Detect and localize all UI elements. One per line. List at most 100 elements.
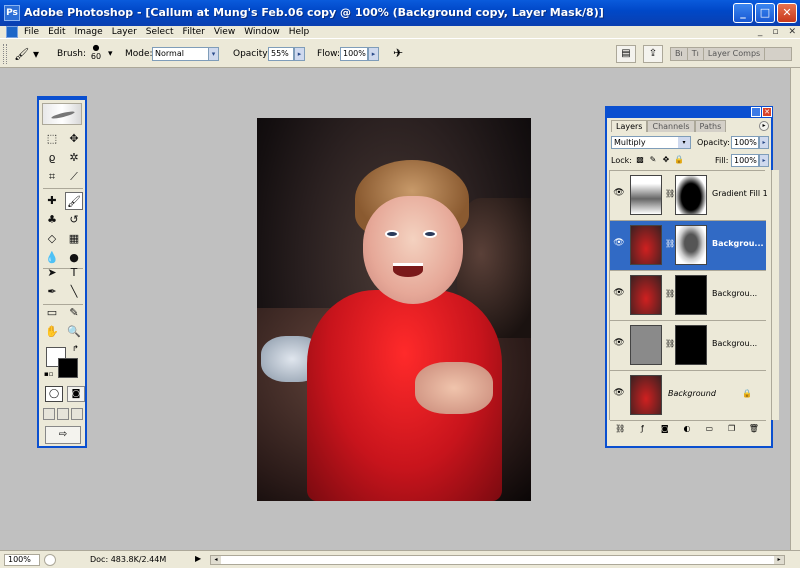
scroll-right-icon[interactable]: ▸ bbox=[774, 556, 784, 564]
palette-menu-icon[interactable]: ▸ bbox=[759, 121, 769, 131]
palette-minimize-button[interactable] bbox=[751, 107, 761, 117]
adjustment-layer-icon[interactable]: ◐ bbox=[681, 423, 693, 435]
clone-stamp-tool-icon[interactable]: ♣ bbox=[43, 211, 61, 229]
mask-link-icon[interactable]: ⛓ bbox=[665, 339, 675, 348]
doc-restore-button[interactable]: ▫ bbox=[772, 26, 778, 38]
standard-mode-button[interactable]: ◯ bbox=[45, 386, 63, 402]
minimize-button[interactable]: _ bbox=[733, 3, 753, 23]
pen-tool-icon[interactable]: ✒ bbox=[43, 283, 61, 301]
opacity-input[interactable]: 55% bbox=[268, 47, 294, 61]
palette-well-tab-brushes[interactable]: Bı bbox=[671, 48, 688, 60]
fill-input[interactable]: 100% bbox=[731, 154, 759, 167]
visibility-eye-icon[interactable]: 👁 bbox=[612, 336, 626, 350]
go-to-bridge-icon[interactable]: ⇪ bbox=[643, 45, 663, 63]
visibility-eye-icon[interactable]: 👁 bbox=[612, 286, 626, 300]
document-icon[interactable] bbox=[6, 26, 18, 38]
options-grip[interactable] bbox=[3, 44, 7, 64]
move-tool-icon[interactable]: ✥ bbox=[65, 130, 83, 148]
layer-mask-thumbnail[interactable] bbox=[675, 275, 707, 315]
layer-mask-thumbnail[interactable] bbox=[675, 225, 707, 265]
standard-screen-mode-button[interactable] bbox=[43, 408, 55, 420]
layer-style-icon[interactable]: ƒ bbox=[636, 423, 648, 435]
brush-picker[interactable]: ● 60 bbox=[86, 43, 106, 65]
gradient-tool-icon[interactable]: ▦ bbox=[65, 230, 83, 248]
marquee-tool-icon[interactable]: ⬚ bbox=[43, 130, 61, 148]
opacity-slider-icon[interactable]: ▸ bbox=[294, 47, 305, 61]
document-canvas[interactable] bbox=[257, 118, 531, 501]
delete-layer-icon[interactable]: 🗑 bbox=[748, 423, 760, 435]
menu-help[interactable]: Help bbox=[289, 26, 310, 38]
magic-wand-tool-icon[interactable]: ✲ bbox=[65, 149, 83, 167]
tool-preset-picker[interactable]: 🖌 ▾ bbox=[14, 45, 44, 63]
lock-image-icon[interactable]: ✎ bbox=[648, 155, 658, 165]
status-menu-arrow-icon[interactable]: ▶ bbox=[195, 554, 205, 566]
workspace-vertical-scrollbar[interactable] bbox=[790, 68, 800, 550]
palette-close-button[interactable]: ✕ bbox=[762, 107, 772, 117]
mask-link-icon[interactable]: ⛓ bbox=[665, 289, 675, 298]
menu-select[interactable]: Select bbox=[146, 26, 174, 38]
default-colors-icon[interactable]: ▪▫ bbox=[44, 370, 54, 378]
link-layers-icon[interactable]: ⛓ bbox=[614, 423, 626, 435]
visibility-eye-icon[interactable]: 👁 bbox=[612, 186, 626, 200]
palette-well-tab-tool-presets[interactable]: Tı bbox=[688, 48, 704, 60]
new-group-icon[interactable]: ▭ bbox=[703, 423, 715, 435]
hand-tool-icon[interactable]: ✋ bbox=[43, 323, 61, 341]
flow-slider-icon[interactable]: ▸ bbox=[368, 47, 379, 61]
zoom-level-field[interactable]: 100% bbox=[4, 554, 40, 566]
path-selection-tool-icon[interactable]: ➤ bbox=[43, 264, 61, 282]
menu-edit[interactable]: Edit bbox=[48, 26, 65, 38]
tab-channels[interactable]: Channels bbox=[647, 120, 695, 132]
eyedropper-tool-icon[interactable]: ✎ bbox=[65, 304, 83, 322]
layer-opacity-input[interactable]: 100% bbox=[731, 136, 759, 149]
crop-tool-icon[interactable]: ⌗ bbox=[43, 168, 61, 186]
blend-mode-select[interactable]: Multiply ▾ bbox=[611, 136, 691, 149]
visibility-eye-icon[interactable]: 👁 bbox=[612, 386, 626, 400]
new-layer-icon[interactable]: ❐ bbox=[726, 423, 738, 435]
airbrush-icon[interactable]: ✈ bbox=[389, 46, 407, 62]
eraser-tool-icon[interactable]: ◇ bbox=[43, 230, 61, 248]
lock-transparency-icon[interactable]: ▩ bbox=[635, 155, 645, 165]
layer-row[interactable]: 👁 ⛓ Backgrou... bbox=[610, 321, 766, 371]
background-color-swatch[interactable] bbox=[58, 358, 78, 378]
full-screen-menu-mode-button[interactable] bbox=[57, 408, 69, 420]
blend-mode-dropdown-icon[interactable]: ▾ bbox=[678, 137, 690, 148]
slice-tool-icon[interactable]: ⟋ bbox=[65, 168, 83, 186]
zoom-tool-icon[interactable]: 🔍 bbox=[65, 323, 83, 341]
tab-paths[interactable]: Paths bbox=[694, 120, 727, 132]
swap-colors-icon[interactable]: ↱ bbox=[72, 344, 79, 353]
notes-tool-icon[interactable]: ▭ bbox=[43, 304, 61, 322]
horizontal-scrollbar[interactable]: ◂ ▸ bbox=[210, 555, 785, 565]
doc-close-button[interactable]: ✕ bbox=[788, 26, 796, 38]
visibility-eye-icon[interactable]: 👁 bbox=[612, 236, 626, 250]
tab-layers[interactable]: Layers bbox=[611, 120, 648, 132]
add-mask-icon[interactable]: ◙ bbox=[659, 423, 671, 435]
quick-mask-mode-button[interactable]: ◙ bbox=[67, 386, 85, 402]
lock-all-icon[interactable]: 🔒 bbox=[674, 155, 684, 165]
mode-select[interactable]: Normal bbox=[152, 47, 210, 61]
layer-mask-thumbnail[interactable] bbox=[675, 325, 707, 365]
scroll-left-icon[interactable]: ◂ bbox=[211, 556, 221, 564]
layer-row-selected[interactable]: 👁 ⛓ Backgrou... bbox=[610, 221, 766, 271]
line-tool-icon[interactable]: ╲ bbox=[65, 283, 83, 301]
flow-input[interactable]: 100% bbox=[340, 47, 368, 61]
mask-link-icon[interactable]: ⛓ bbox=[665, 239, 675, 248]
adobe-feather-logo[interactable] bbox=[42, 103, 82, 125]
menu-window[interactable]: Window bbox=[244, 26, 280, 38]
layer-row[interactable]: 👁 ⛓ Backgrou... bbox=[610, 271, 766, 321]
close-button[interactable]: ✕ bbox=[777, 3, 797, 23]
full-screen-mode-button[interactable] bbox=[71, 408, 83, 420]
fill-slider-icon[interactable]: ▸ bbox=[759, 154, 769, 167]
type-tool-icon[interactable]: T bbox=[65, 264, 83, 282]
layer-mask-thumbnail[interactable] bbox=[675, 175, 707, 215]
lasso-tool-icon[interactable]: ϱ bbox=[43, 149, 61, 167]
menu-image[interactable]: Image bbox=[75, 26, 103, 38]
lock-position-icon[interactable]: ✥ bbox=[661, 155, 671, 165]
brush-tool-icon[interactable]: 🖌 bbox=[65, 192, 83, 210]
layer-list-scrollbar[interactable] bbox=[771, 170, 779, 420]
mode-dropdown-icon[interactable]: ▾ bbox=[208, 47, 219, 61]
doc-minimize-button[interactable]: _ bbox=[758, 26, 763, 38]
brush-dropdown-icon[interactable]: ▾ bbox=[108, 49, 113, 59]
menu-filter[interactable]: Filter bbox=[183, 26, 205, 38]
menu-layer[interactable]: Layer bbox=[112, 26, 137, 38]
zoom-icon[interactable] bbox=[44, 554, 56, 566]
